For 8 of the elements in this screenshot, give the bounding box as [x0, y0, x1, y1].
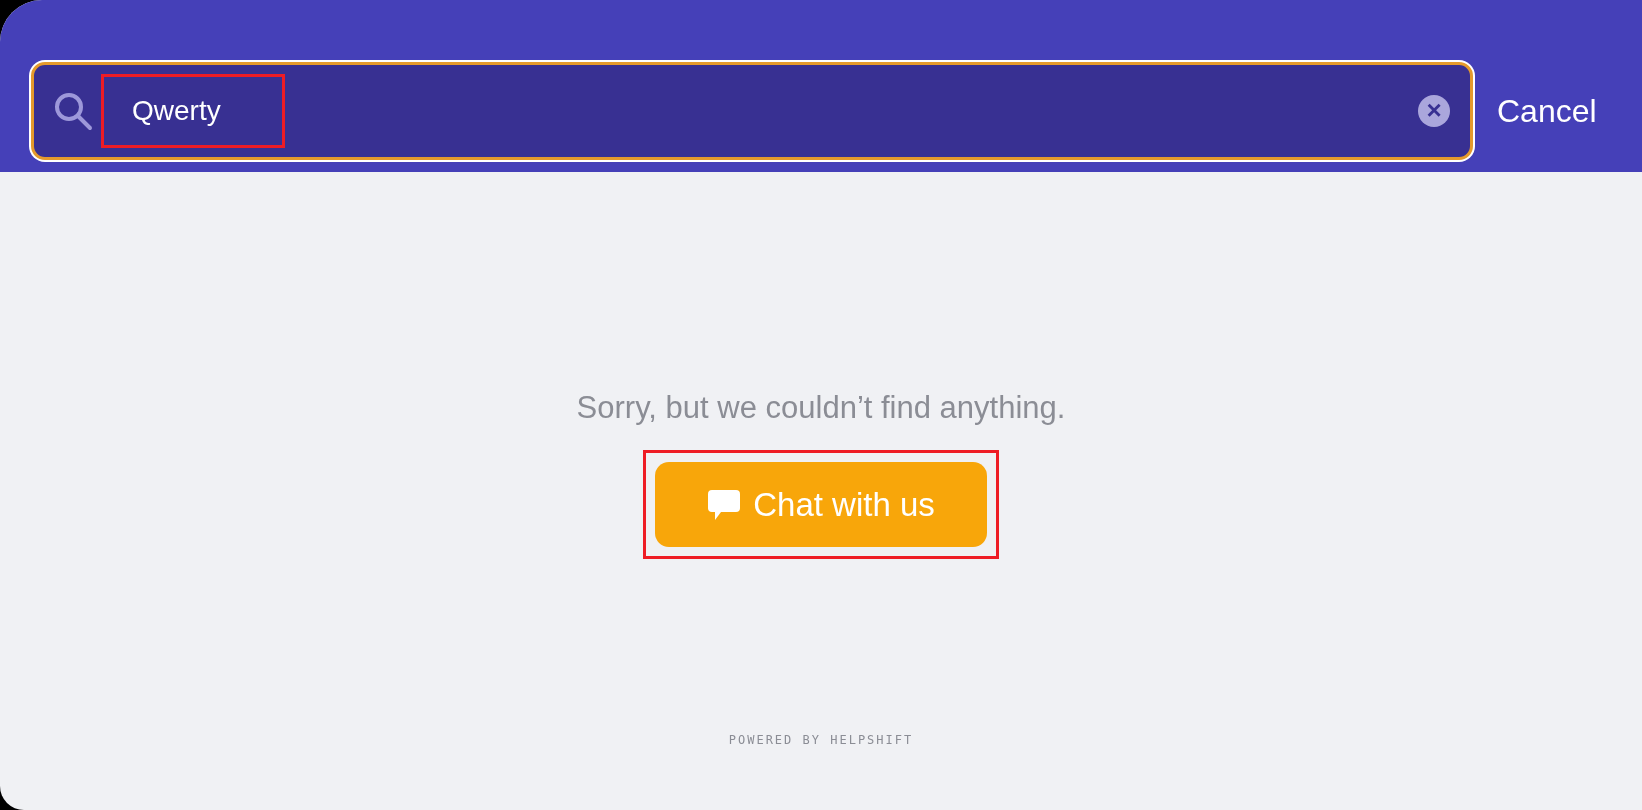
footer-text: POWERED BY HELPSHIFT [728, 733, 914, 747]
search-field[interactable]: Qwerty × [31, 62, 1473, 160]
search-input[interactable]: Qwerty [104, 77, 282, 145]
chat-bubble-icon [707, 488, 742, 521]
clear-icon[interactable]: × [1418, 95, 1450, 127]
empty-message: Sorry, but we couldn’t find anything. [576, 390, 1066, 426]
search-icon [52, 90, 94, 132]
cancel-button[interactable]: Cancel [1493, 93, 1601, 130]
